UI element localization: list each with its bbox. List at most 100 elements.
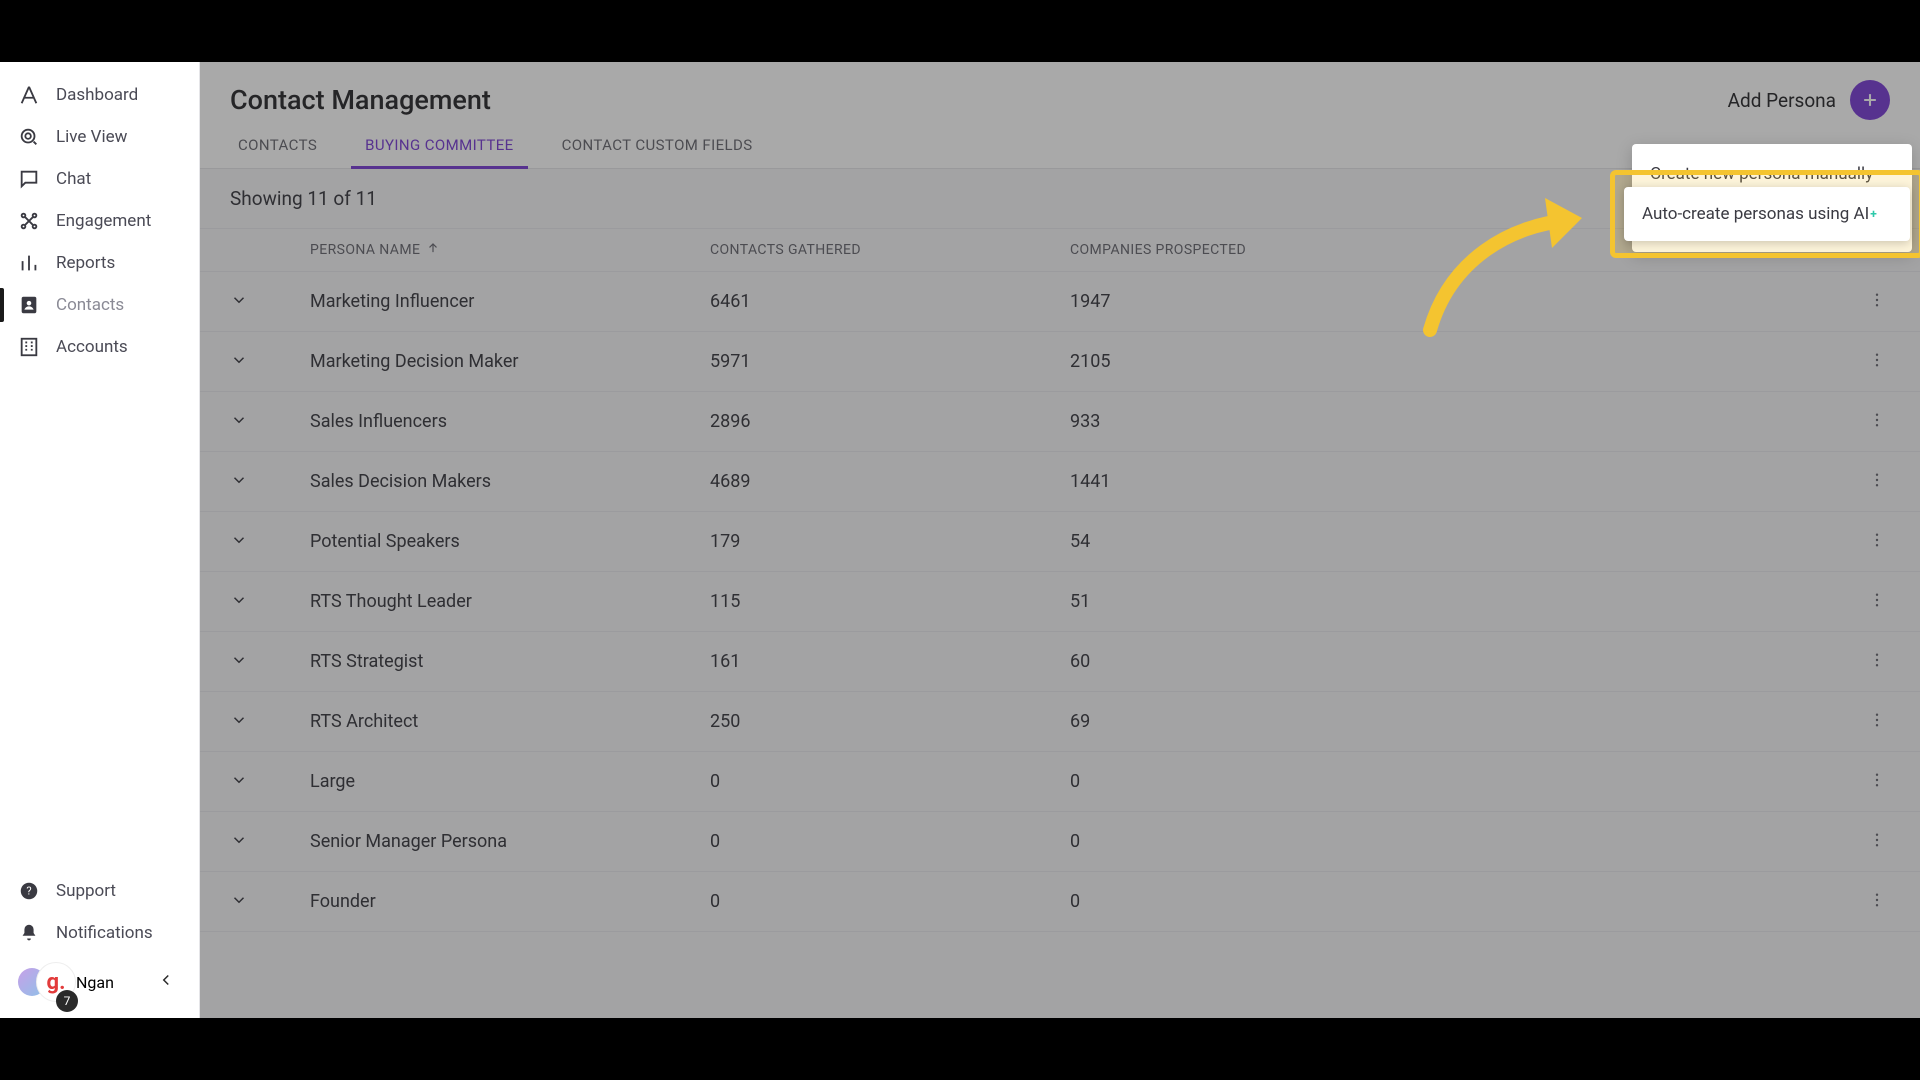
sidebar-item-label: Support (56, 881, 116, 901)
expand-row-button[interactable] (230, 531, 310, 553)
cell-companies: 0 (1070, 771, 1830, 792)
cell-persona-name: Senior Manager Persona (310, 831, 710, 852)
building-icon (18, 336, 40, 358)
row-actions-button[interactable] (1864, 467, 1890, 497)
sidebar-user[interactable]: g. 7 Ngan (0, 954, 199, 1018)
persona-table: PERSONA NAME CONTACTS GATHERED COMPANIES… (200, 228, 1920, 932)
cell-companies: 933 (1070, 411, 1830, 432)
help-icon: ? (18, 880, 40, 902)
tab-custom-fields[interactable]: CONTACT CUSTOM FIELDS (554, 126, 761, 168)
target-search-icon (18, 126, 40, 148)
expand-row-button[interactable] (230, 651, 310, 673)
chat-icon (18, 168, 40, 190)
expand-row-button[interactable] (230, 291, 310, 313)
row-actions-button[interactable] (1864, 587, 1890, 617)
cell-persona-name: RTS Architect (310, 711, 710, 732)
cell-persona-name: Sales Influencers (310, 411, 710, 432)
cell-contacts: 179 (710, 531, 1070, 552)
expand-row-button[interactable] (230, 411, 310, 433)
sidebar-item-label: Contacts (56, 295, 124, 315)
cell-contacts: 161 (710, 651, 1070, 672)
row-actions-button[interactable] (1864, 287, 1890, 317)
cell-contacts: 2896 (710, 411, 1070, 432)
cell-persona-name: RTS Strategist (310, 651, 710, 672)
expand-row-button[interactable] (230, 771, 310, 793)
sidebar-item-support[interactable]: ? Support (0, 870, 199, 912)
expand-row-button[interactable] (230, 351, 310, 373)
cell-contacts: 115 (710, 591, 1070, 612)
table-row: RTS Thought Leader 115 51 (200, 572, 1920, 632)
row-actions-button[interactable] (1864, 887, 1890, 917)
dropdown-item-auto-ai[interactable]: Auto-create personas using AI+ (1624, 187, 1910, 241)
row-actions-button[interactable] (1864, 407, 1890, 437)
row-actions-button[interactable] (1864, 647, 1890, 677)
sidebar-item-accounts[interactable]: Accounts (0, 326, 199, 368)
sidebar-item-liveview[interactable]: Live View (0, 116, 199, 158)
table-row: Marketing Influencer 6461 1947 (200, 272, 1920, 332)
cell-contacts: 0 (710, 771, 1070, 792)
cell-companies: 54 (1070, 531, 1830, 552)
contact-icon (18, 294, 40, 316)
cell-companies: 0 (1070, 891, 1830, 912)
sidebar: Dashboard Live View Chat Engagement Repo… (0, 62, 200, 1018)
table-row: Founder 0 0 (200, 872, 1920, 932)
cell-persona-name: Potential Speakers (310, 531, 710, 552)
sidebar-item-label: Engagement (56, 211, 151, 231)
sidebar-item-label: Live View (56, 127, 127, 147)
user-name: Ngan (76, 973, 114, 992)
cell-companies: 2105 (1070, 351, 1830, 372)
cell-persona-name: Marketing Influencer (310, 291, 710, 312)
engagement-icon (18, 210, 40, 232)
expand-row-button[interactable] (230, 891, 310, 913)
row-actions-button[interactable] (1864, 767, 1890, 797)
cell-contacts: 0 (710, 891, 1070, 912)
collapse-sidebar-button[interactable] (151, 965, 181, 999)
cell-companies: 0 (1070, 831, 1830, 852)
sidebar-item-notifications[interactable]: Notifications (0, 912, 199, 954)
table-row: Potential Speakers 179 54 (200, 512, 1920, 572)
logo-icon (18, 84, 40, 106)
sidebar-item-label: Notifications (56, 923, 153, 943)
tab-buying-committee[interactable]: BUYING COMMITTEE (357, 126, 521, 168)
cell-companies: 1947 (1070, 291, 1830, 312)
sidebar-item-label: Accounts (56, 337, 128, 357)
expand-row-button[interactable] (230, 591, 310, 613)
expand-row-button[interactable] (230, 711, 310, 733)
expand-row-button[interactable] (230, 471, 310, 493)
cell-companies: 51 (1070, 591, 1830, 612)
add-persona-button[interactable]: Add Persona (1728, 80, 1890, 120)
column-contacts-gathered[interactable]: CONTACTS GATHERED (710, 241, 1070, 259)
column-persona-name[interactable]: PERSONA NAME (310, 241, 710, 259)
table-row: Large 0 0 (200, 752, 1920, 812)
row-actions-button[interactable] (1864, 347, 1890, 377)
sidebar-item-engagement[interactable]: Engagement (0, 200, 199, 242)
dropdown-item-label: Auto-create personas using AI (1642, 204, 1869, 224)
expand-row-button[interactable] (230, 831, 310, 853)
tab-contacts[interactable]: CONTACTS (230, 126, 325, 168)
row-actions-button[interactable] (1864, 827, 1890, 857)
sidebar-item-contacts[interactable]: Contacts (0, 284, 199, 326)
cell-contacts: 6461 (710, 291, 1070, 312)
ai-badge: + (1870, 207, 1877, 221)
row-actions-button[interactable] (1864, 527, 1890, 557)
svg-text:?: ? (26, 885, 31, 898)
cell-persona-name: Sales Decision Makers (310, 471, 710, 492)
cell-persona-name: Founder (310, 891, 710, 912)
cell-companies: 69 (1070, 711, 1830, 732)
sort-asc-icon (426, 241, 440, 259)
sidebar-item-label: Dashboard (56, 85, 138, 105)
cell-persona-name: Marketing Decision Maker (310, 351, 710, 372)
row-actions-button[interactable] (1864, 707, 1890, 737)
table-row: Sales Influencers 2896 933 (200, 392, 1920, 452)
cell-contacts: 5971 (710, 351, 1070, 372)
sidebar-item-label: Reports (56, 253, 115, 273)
add-persona-label: Add Persona (1728, 89, 1836, 112)
badge-count: 7 (56, 990, 78, 1012)
cell-persona-name: Large (310, 771, 710, 792)
table-row: Marketing Decision Maker 5971 2105 (200, 332, 1920, 392)
sidebar-item-reports[interactable]: Reports (0, 242, 199, 284)
sidebar-item-chat[interactable]: Chat (0, 158, 199, 200)
content: Showing 11 of 11 PERSONA NAME CONTACTS G… (200, 169, 1920, 1018)
sidebar-item-dashboard[interactable]: Dashboard (0, 74, 199, 116)
page-title: Contact Management (230, 84, 491, 116)
